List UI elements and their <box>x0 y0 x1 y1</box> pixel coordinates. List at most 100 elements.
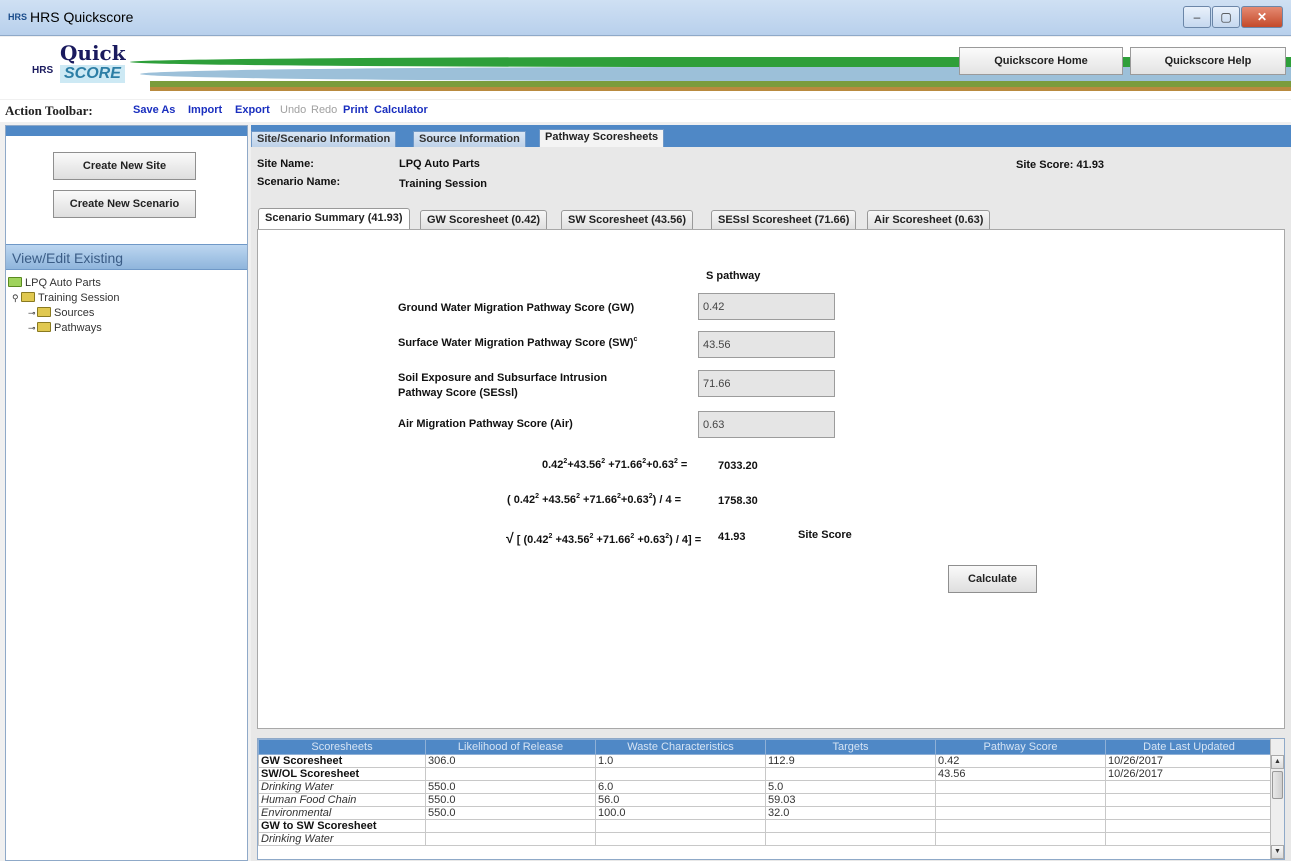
app-icon: HRS <box>8 12 28 22</box>
table-cell: Environmental <box>258 806 426 820</box>
col-header-waste[interactable]: Waste Characteristics <box>595 739 766 755</box>
table-cell: 10/26/2017 <box>1105 754 1273 768</box>
table-cell: 0.42 <box>935 754 1106 768</box>
tree-item-pathways[interactable]: ⊸ Pathways <box>28 321 102 335</box>
action-toolbar: Action Toolbar: Save As Import Export Un… <box>0 100 1291 122</box>
table-cell: 56.0 <box>595 793 766 807</box>
table-cell <box>595 767 766 781</box>
col-header-date[interactable]: Date Last Updated <box>1105 739 1273 755</box>
table-cell <box>1105 832 1273 846</box>
redo-action[interactable]: Redo <box>311 104 337 116</box>
tab-sessl-scoresheet[interactable]: SESsl Scoresheet (71.66) <box>711 210 857 229</box>
sessl-score-field[interactable]: 71.66 <box>698 370 835 397</box>
table-cell: GW to SW Scoresheet <box>258 819 426 833</box>
site-name-value: LPQ Auto Parts <box>399 158 480 170</box>
tab-pathway-scoresheets[interactable]: Pathway Scoresheets <box>539 129 665 147</box>
table-cell: GW Scoresheet <box>258 754 426 768</box>
table-cell: Drinking Water <box>258 832 426 846</box>
table-cell: 550.0 <box>425 806 596 820</box>
create-new-site-button[interactable]: Create New Site <box>53 152 196 180</box>
table-cell: 112.9 <box>765 754 936 768</box>
root-value: 41.93 <box>718 531 746 543</box>
close-icon[interactable]: ✕ <box>1241 6 1283 28</box>
tree-item-sources[interactable]: ⊸ Sources <box>28 306 94 320</box>
expand-icon[interactable]: ⊸ <box>28 306 37 320</box>
col-header-likelihood[interactable]: Likelihood of Release <box>425 739 596 755</box>
main-panel: Site/Scenario Information Source Informa… <box>251 125 1291 861</box>
table-header-row: Scoresheets Likelihood of Release Waste … <box>258 739 1273 755</box>
sessl-score-label: Soil Exposure and Subsurface Intrusion <box>398 372 608 384</box>
import-action[interactable]: Import <box>188 104 222 116</box>
calculate-button[interactable]: Calculate <box>948 565 1037 593</box>
table-row[interactable]: Environmental 550.0 100.0 32.0 <box>258 806 1273 820</box>
action-toolbar-label: Action Toolbar: <box>5 103 93 118</box>
left-panel: Create New Site Create New Scenario View… <box>5 125 248 861</box>
col-header-scoresheets[interactable]: Scoresheets <box>258 739 426 755</box>
scenario-name-label: Scenario Name: <box>257 176 341 188</box>
quickscore-logo: Quick HRS SCORE <box>32 41 126 83</box>
create-new-scenario-button[interactable]: Create New Scenario <box>53 190 196 218</box>
table-row[interactable]: SW/OL Scoresheet 43.56 10/26/2017 <box>258 767 1273 781</box>
table-cell: Drinking Water <box>258 780 426 794</box>
scoresheets-table: Scoresheets Likelihood of Release Waste … <box>257 738 1285 860</box>
tab-air-scoresheet[interactable]: Air Scoresheet (0.63) <box>867 210 991 229</box>
root-formula: √ [ (0.422 +43.562 +71.662 +0.632) / 4] … <box>506 530 702 546</box>
tab-source-information[interactable]: Source Information <box>413 131 526 147</box>
table-cell: Human Food Chain <box>258 793 426 807</box>
scenario-summary-panel: S pathway Ground Water Migration Pathway… <box>257 229 1285 729</box>
window-title: HRS Quickscore <box>30 9 134 25</box>
gw-score-field[interactable]: 0.42 <box>698 293 835 320</box>
table-cell: 1.0 <box>595 754 766 768</box>
air-score-field[interactable]: 0.63 <box>698 411 835 438</box>
scroll-thumb[interactable] <box>1272 771 1283 799</box>
table-cell: 5.0 <box>765 780 936 794</box>
window-controls: – ▢ ✕ <box>1183 6 1283 28</box>
undo-action[interactable]: Undo <box>280 104 306 116</box>
expand-icon[interactable]: ⚲ <box>12 291 21 305</box>
scroll-down-icon[interactable]: ▼ <box>1271 845 1284 859</box>
table-row[interactable]: GW to SW Scoresheet <box>258 819 1273 833</box>
view-edit-header: View/Edit Existing <box>6 244 247 270</box>
calculator-action[interactable]: Calculator <box>374 104 428 116</box>
quickscore-help-button[interactable]: Quickscore Help <box>1130 47 1286 75</box>
scroll-up-icon[interactable]: ▲ <box>1271 755 1284 769</box>
folder-icon <box>37 307 51 317</box>
table-cell <box>935 780 1106 794</box>
folder-icon <box>21 292 35 302</box>
table-row[interactable]: Drinking Water <box>258 832 1273 846</box>
quickscore-home-button[interactable]: Quickscore Home <box>959 47 1123 75</box>
tab-sw-scoresheet[interactable]: SW Scoresheet (43.56) <box>561 210 693 229</box>
outer-tab-bar: Site/Scenario Information Source Informa… <box>251 125 1291 147</box>
table-cell: SW/OL Scoresheet <box>258 767 426 781</box>
table-row[interactable]: Human Food Chain 550.0 56.0 59.03 <box>258 793 1273 807</box>
scenario-name-value: Training Session <box>399 178 488 190</box>
col-header-targets[interactable]: Targets <box>765 739 936 755</box>
sw-score-field[interactable]: 43.56 <box>698 331 835 358</box>
minimize-icon[interactable]: – <box>1183 6 1211 28</box>
table-cell: 100.0 <box>595 806 766 820</box>
save-as-action[interactable]: Save As <box>133 104 175 116</box>
table-row[interactable]: Drinking Water 550.0 6.0 5.0 <box>258 780 1273 794</box>
scoresheet-tab-bar: Scenario Summary (41.93) GW Scoresheet (… <box>251 207 1291 229</box>
table-cell: 550.0 <box>425 793 596 807</box>
tree-item-site[interactable]: LPQ Auto Parts <box>8 276 101 290</box>
table-cell: 59.03 <box>765 793 936 807</box>
tree-item-scenario[interactable]: ⚲ Training Session <box>12 291 120 305</box>
tab-gw-scoresheet[interactable]: GW Scoresheet (0.42) <box>420 210 548 229</box>
sw-score-label: Surface Water Migration Pathway Score (S… <box>398 336 638 349</box>
banner: Quick HRS SCORE Quickscore Home Quicksco… <box>0 37 1291 99</box>
print-action[interactable]: Print <box>343 104 368 116</box>
export-action[interactable]: Export <box>235 104 270 116</box>
table-cell <box>1105 780 1273 794</box>
table-row[interactable]: GW Scoresheet 306.0 1.0 112.9 0.42 10/26/2017 <box>258 754 1273 768</box>
table-cell <box>1105 793 1273 807</box>
maximize-icon[interactable]: ▢ <box>1212 6 1240 28</box>
gw-score-label: Ground Water Migration Pathway Score (GW… <box>398 302 635 314</box>
folder-icon <box>8 277 22 287</box>
tab-scenario-summary[interactable]: Scenario Summary (41.93) <box>258 208 410 229</box>
table-cell <box>935 819 1106 833</box>
col-header-pathway-score[interactable]: Pathway Score <box>935 739 1106 755</box>
expand-icon[interactable]: ⊸ <box>28 321 37 335</box>
table-scrollbar[interactable]: ▲ ▼ <box>1270 739 1284 859</box>
tab-site-scenario-information[interactable]: Site/Scenario Information <box>251 131 397 147</box>
